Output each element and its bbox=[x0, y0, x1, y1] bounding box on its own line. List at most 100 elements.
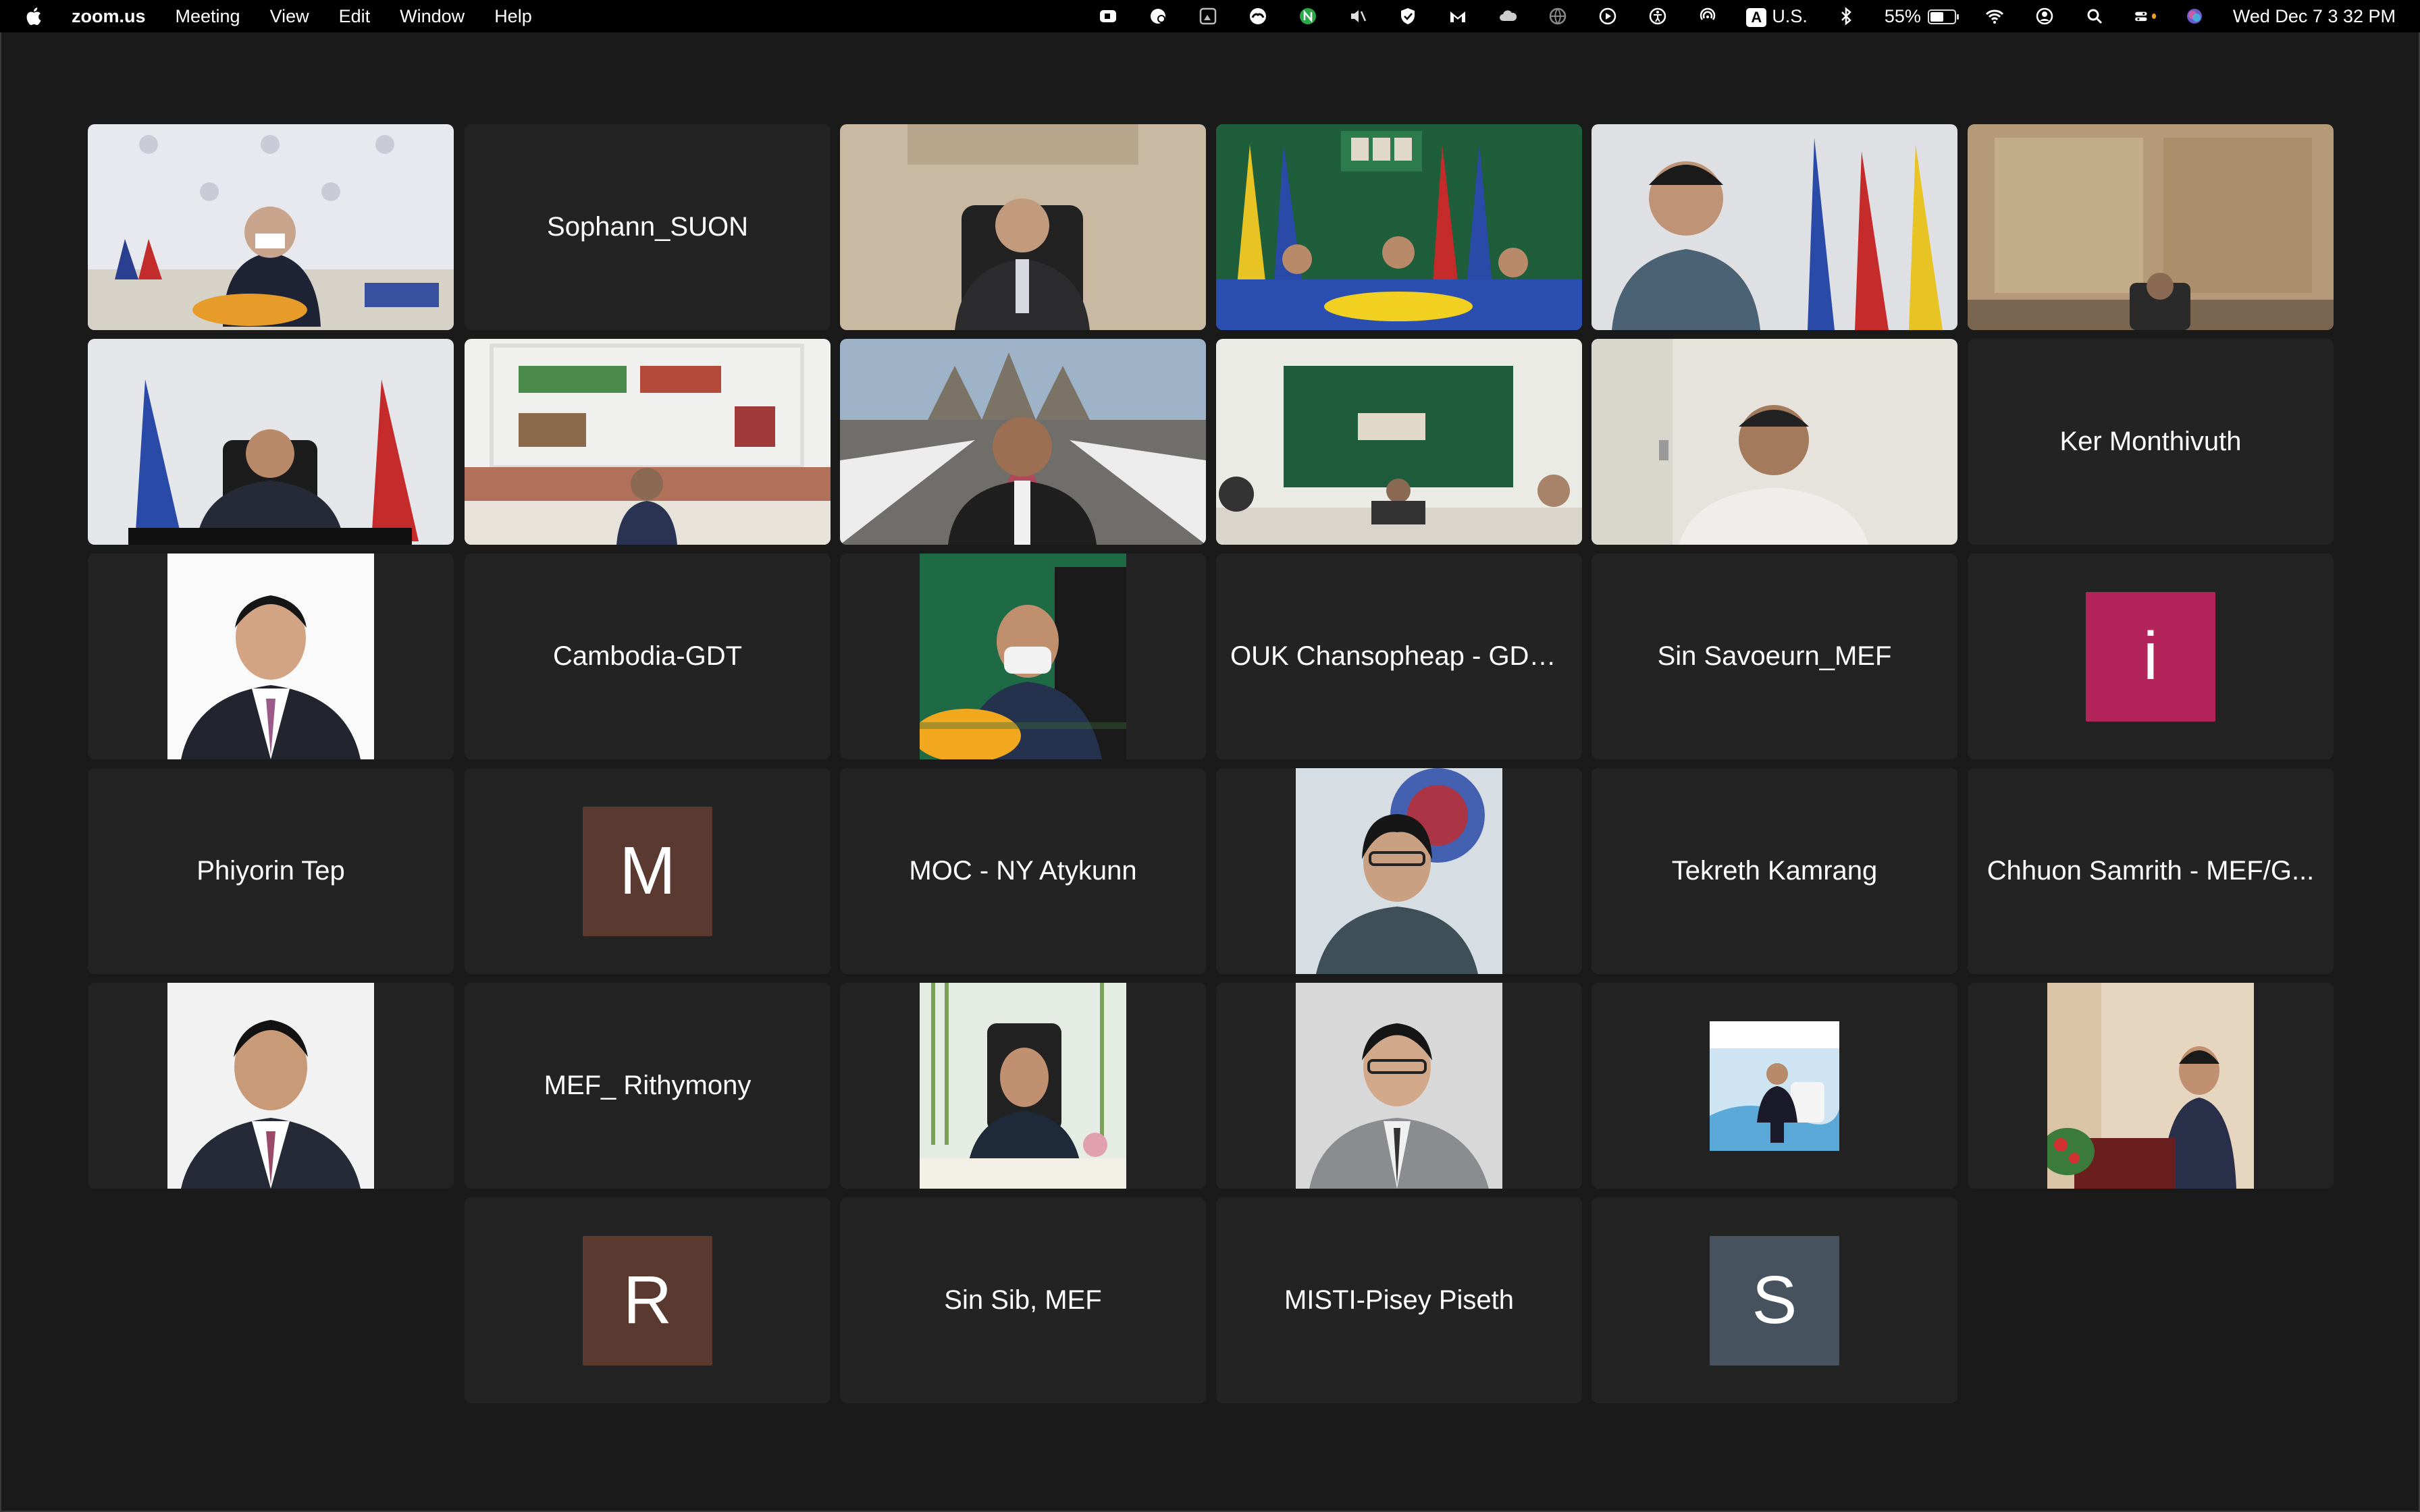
participant-video bbox=[1216, 339, 1582, 545]
zoom-meeting-window: Sophann_SUON Ker Monthivuth Cambodia-GDT… bbox=[0, 32, 2420, 1512]
screenshot-tool-icon[interactable] bbox=[1196, 5, 1219, 28]
participant-tile-5[interactable] bbox=[1592, 124, 1957, 330]
participant-avatar: i bbox=[2086, 591, 2215, 722]
participant-name: MEF_ Rithymony bbox=[544, 1071, 752, 1100]
nordvpn-icon[interactable] bbox=[1296, 5, 1319, 28]
participant-profile-photo bbox=[920, 983, 1126, 1189]
spotlight-search-icon[interactable] bbox=[2083, 5, 2106, 28]
accessibility-icon[interactable] bbox=[1646, 5, 1669, 28]
participant-name: Sin Sib, MEF bbox=[944, 1285, 1102, 1315]
participant-tile-34[interactable]: S bbox=[1592, 1197, 1957, 1403]
participant-tile-31[interactable]: R bbox=[465, 1197, 831, 1403]
macos-menubar: zoom.us Meeting View Edit Window Help AU… bbox=[0, 0, 2420, 32]
participant-video bbox=[465, 339, 831, 545]
airdrop-icon[interactable] bbox=[1696, 5, 1719, 28]
participant-video bbox=[840, 339, 1206, 545]
input-source-a-icon: A bbox=[1746, 7, 1767, 27]
participant-tile-30[interactable] bbox=[1968, 983, 2334, 1189]
participant-tile-3[interactable] bbox=[840, 124, 1206, 330]
input-source-indicator[interactable]: A U.S. bbox=[1746, 6, 1808, 27]
participant-tile-19[interactable]: Phiyorin Tep bbox=[88, 768, 454, 974]
app-menu-zoom[interactable]: zoom.us bbox=[72, 6, 146, 27]
participant-tile-28[interactable] bbox=[1216, 983, 1582, 1189]
battery-status[interactable]: 55% bbox=[1885, 6, 1959, 27]
participant-profile-photo bbox=[2047, 983, 2254, 1189]
creative-cloud-badge-icon[interactable] bbox=[1147, 5, 1169, 28]
participant-tile-23[interactable]: Tekreth Kamrang bbox=[1592, 768, 1957, 974]
participant-tile-20[interactable]: M bbox=[465, 768, 831, 974]
participant-video bbox=[1216, 124, 1582, 330]
participant-video bbox=[1592, 339, 1957, 545]
participant-tile-27[interactable] bbox=[840, 983, 1206, 1189]
mute-speaker-icon[interactable] bbox=[1346, 5, 1369, 28]
user-account-icon[interactable] bbox=[2033, 5, 2056, 28]
participant-tile-2[interactable]: Sophann_SUON bbox=[465, 124, 831, 330]
participant-tile-22[interactable] bbox=[1216, 768, 1582, 974]
participant-video bbox=[1968, 124, 2334, 330]
siri-icon[interactable] bbox=[2183, 5, 2206, 28]
menu-help[interactable]: Help bbox=[494, 6, 532, 27]
control-center-icon[interactable] bbox=[2133, 5, 2156, 28]
play-circle-icon[interactable] bbox=[1596, 5, 1619, 28]
participant-tile-25[interactable] bbox=[88, 983, 454, 1189]
menu-window[interactable]: Window bbox=[400, 6, 465, 27]
participant-name: Ker Monthivuth bbox=[2059, 427, 2242, 456]
participant-tile-10[interactable] bbox=[1216, 339, 1582, 545]
participant-tile-29[interactable] bbox=[1592, 983, 1957, 1189]
menu-edit[interactable]: Edit bbox=[339, 6, 371, 27]
participant-name: Chhuon Samrith - MEF/G... bbox=[1987, 856, 2315, 886]
participant-tile-18[interactable]: i bbox=[1968, 554, 2334, 759]
participant-video bbox=[1592, 124, 1957, 330]
participant-profile-photo bbox=[1296, 983, 1502, 1189]
participant-tile-16[interactable]: OUK Chansopheap - GDC... bbox=[1216, 554, 1582, 759]
participant-tile-32[interactable]: Sin Sib, MEF bbox=[840, 1197, 1206, 1403]
participant-tile-12[interactable]: Ker Monthivuth bbox=[1968, 339, 2334, 545]
malwarebytes-icon[interactable] bbox=[1446, 5, 1469, 28]
participant-video bbox=[88, 124, 454, 330]
participant-profile-photo bbox=[1296, 768, 1502, 974]
menu-view[interactable]: View bbox=[270, 6, 309, 27]
participant-tile-11[interactable] bbox=[1592, 339, 1957, 545]
participant-avatar: R bbox=[583, 1235, 712, 1366]
zoom-video-icon[interactable] bbox=[1097, 5, 1120, 28]
participant-tile-13[interactable] bbox=[88, 554, 454, 759]
participant-name: MOC - NY Atykunn bbox=[909, 856, 1137, 886]
participant-profile-photo bbox=[1710, 1021, 1839, 1151]
participant-video bbox=[88, 339, 454, 545]
participant-tile-21[interactable]: MOC - NY Atykunn bbox=[840, 768, 1206, 974]
globe-icon[interactable] bbox=[1546, 5, 1569, 28]
participant-avatar: M bbox=[583, 806, 712, 936]
participant-name: Cambodia-GDT bbox=[552, 641, 743, 671]
participant-profile-photo bbox=[167, 983, 374, 1189]
participant-name: MISTI-Pisey Piseth bbox=[1284, 1285, 1515, 1315]
cloud-icon[interactable] bbox=[1496, 5, 1519, 28]
participant-name: Sophann_SUON bbox=[547, 212, 748, 242]
participant-tile-9[interactable] bbox=[840, 339, 1206, 545]
battery-icon bbox=[1927, 9, 1959, 25]
participant-tile-7[interactable] bbox=[88, 339, 454, 545]
participant-video bbox=[840, 124, 1206, 330]
participant-tile-4[interactable] bbox=[1216, 124, 1582, 330]
participant-tile-14[interactable]: Cambodia-GDT bbox=[465, 554, 831, 759]
bluetooth-icon[interactable] bbox=[1835, 5, 1858, 28]
participant-name: OUK Chansopheap - GDC... bbox=[1230, 641, 1568, 671]
participant-tile-24[interactable]: Chhuon Samrith - MEF/G... bbox=[1968, 768, 2334, 974]
participant-tile-17[interactable]: Sin Savoeurn_MEF bbox=[1592, 554, 1957, 759]
participant-tile-33[interactable]: MISTI-Pisey Piseth bbox=[1216, 1197, 1582, 1403]
creative-cloud-icon[interactable] bbox=[1246, 5, 1269, 28]
menu-meeting[interactable]: Meeting bbox=[176, 6, 240, 27]
shield-icon[interactable] bbox=[1396, 5, 1419, 28]
participant-tile-8[interactable] bbox=[465, 339, 831, 545]
apple-logo-icon[interactable] bbox=[24, 6, 42, 26]
menubar-clock[interactable]: Wed Dec 7 3 32 PM bbox=[2233, 6, 2396, 27]
participant-tile-26[interactable]: MEF_ Rithymony bbox=[465, 983, 831, 1189]
wifi-icon[interactable] bbox=[1983, 5, 2006, 28]
participant-profile-photo bbox=[167, 554, 374, 759]
mic-in-use-indicator bbox=[2151, 14, 2156, 19]
participant-name: Phiyorin Tep bbox=[196, 856, 345, 886]
participant-tile-6[interactable] bbox=[1968, 124, 2334, 330]
participant-tile-15[interactable] bbox=[840, 554, 1206, 759]
participant-tile-1[interactable] bbox=[88, 124, 454, 330]
participant-name: Tekreth Kamrang bbox=[1671, 856, 1878, 886]
participant-profile-photo bbox=[920, 554, 1126, 759]
